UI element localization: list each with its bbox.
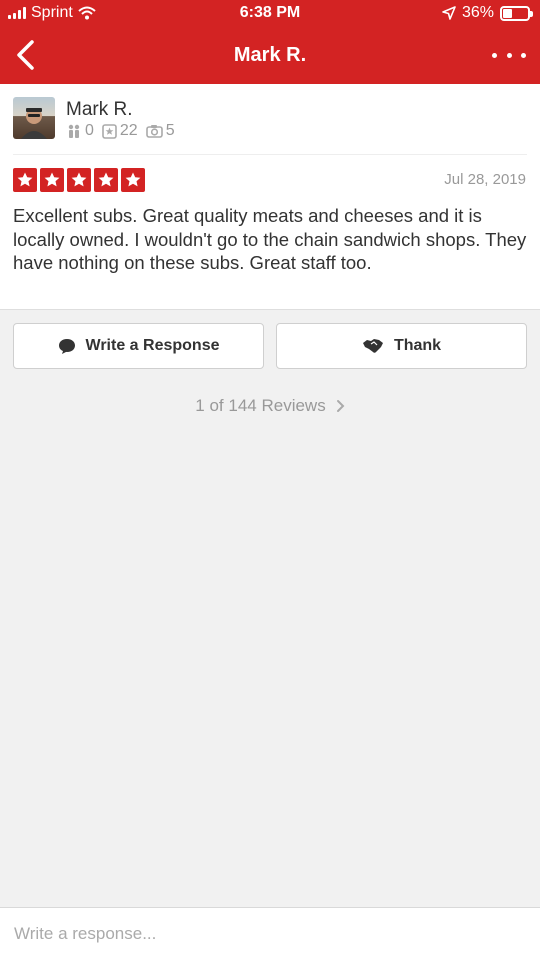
friends-count: 0: [85, 122, 94, 139]
more-dot: [492, 52, 497, 58]
reviews-count: 22: [119, 122, 138, 139]
divider: [13, 154, 527, 155]
location-arrow-icon: [442, 6, 456, 20]
photos-stat: 5: [145, 122, 175, 140]
review-pager[interactable]: 1 of 144 Reviews: [0, 396, 540, 416]
battery-percent: 36%: [461, 4, 494, 21]
page-title: Mark R.: [233, 44, 307, 66]
reviewer-stats: 0 22 5: [66, 122, 179, 140]
friends-icon: [68, 124, 80, 138]
camera-icon: [145, 125, 163, 138]
thank-button[interactable]: Thank: [276, 323, 527, 369]
more-button[interactable]: [492, 42, 526, 68]
star-icon: [121, 168, 145, 192]
reviews-stat: 22: [102, 122, 138, 140]
pager-label: 1 of 144 Reviews: [195, 396, 326, 415]
response-input[interactable]: [0, 908, 540, 960]
nav-bar: Mark R.: [0, 30, 540, 84]
more-dot: [521, 52, 526, 58]
speech-bubble-icon: [58, 338, 75, 354]
handshake-icon: [362, 339, 383, 353]
star-icon: [94, 168, 118, 192]
thank-label: Thank: [393, 337, 442, 354]
photos-count: 5: [165, 122, 175, 139]
write-response-label: Write a Response: [85, 337, 220, 354]
friends-stat: 0: [66, 122, 94, 140]
star-rating: [13, 168, 145, 192]
avatar[interactable]: [13, 97, 55, 139]
star-outline-icon: [102, 123, 117, 139]
review-card: Mark R. 0 22 5 Jul 28, 2019 Excellent su…: [0, 84, 540, 310]
battery-icon: [500, 5, 533, 21]
chevron-right-icon: [336, 400, 345, 412]
reviewer-name[interactable]: Mark R.: [66, 99, 133, 121]
status-bar: Sprint 6:38 PM 36%: [0, 0, 540, 30]
response-composer: [0, 907, 540, 960]
more-dot: [506, 52, 512, 58]
avatar-photo: [21, 108, 47, 139]
star-icon: [67, 168, 91, 192]
review-date: Jul 28, 2019: [444, 171, 526, 188]
battery-fill: [503, 8, 512, 18]
review-text: Excellent subs. Great quality meats and …: [13, 205, 527, 273]
star-icon: [40, 168, 64, 192]
star-icon: [13, 168, 37, 192]
status-right: 36%: [442, 4, 533, 22]
app-header: Sprint 6:38 PM 36% Mark R.: [0, 0, 540, 84]
write-response-button[interactable]: Write a Response: [13, 323, 264, 369]
